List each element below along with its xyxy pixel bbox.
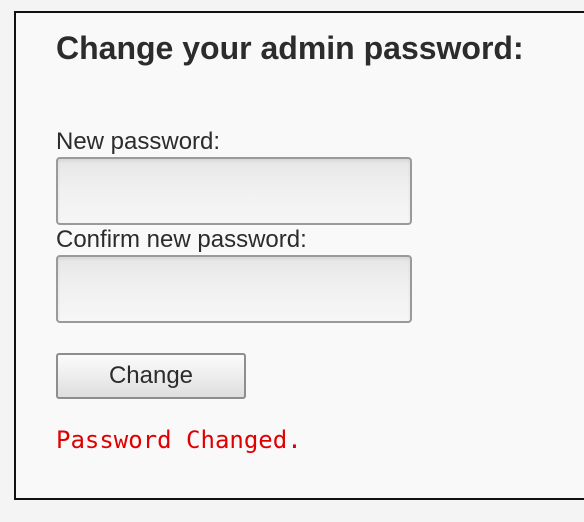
status-message: Password Changed. (56, 426, 302, 454)
password-change-panel: Change your admin password: New password… (14, 11, 584, 500)
new-password-label: New password: (56, 128, 221, 155)
new-password-input[interactable] (56, 157, 412, 225)
page-title: Change your admin password: (56, 30, 524, 66)
confirm-password-label: Confirm new password: (56, 226, 307, 253)
confirm-password-input[interactable] (56, 255, 412, 323)
change-button[interactable]: Change (56, 353, 246, 399)
